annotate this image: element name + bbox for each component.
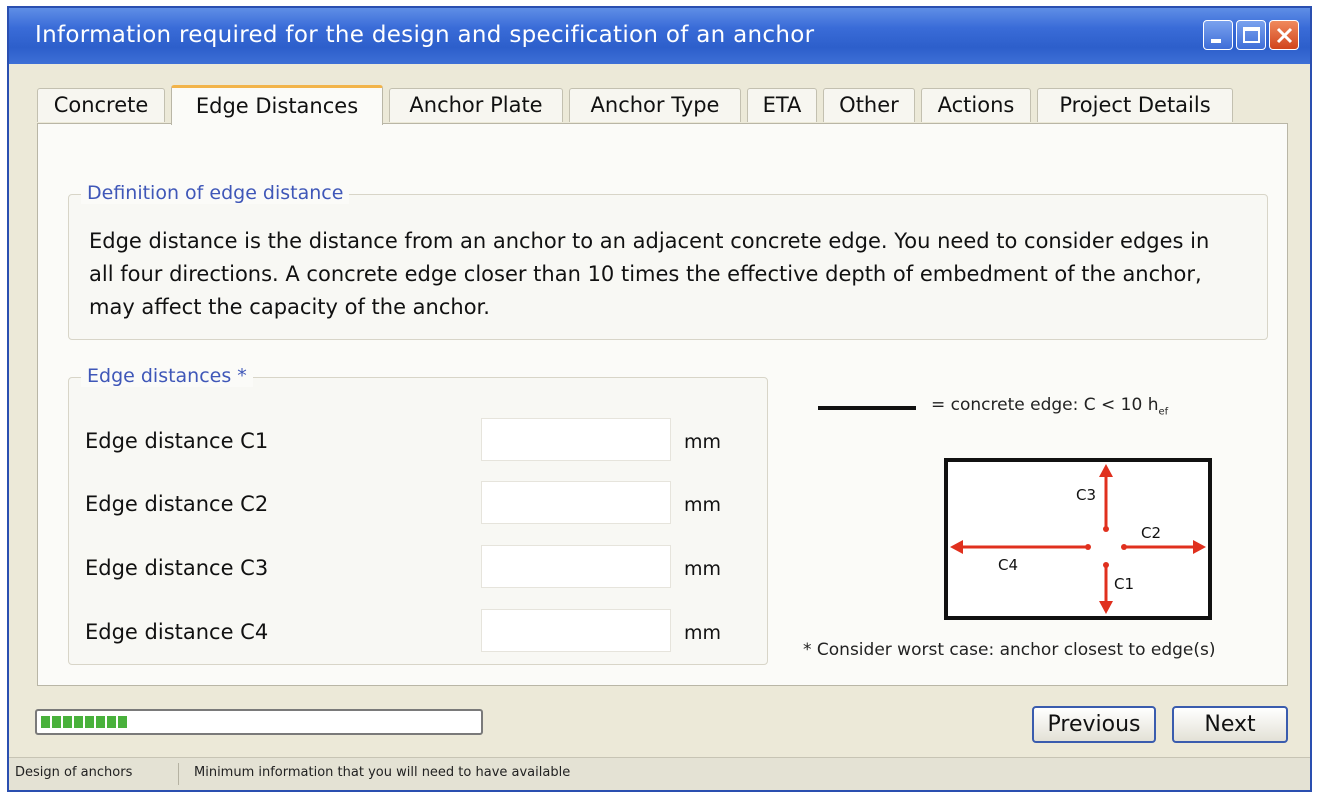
concrete-outline [944,458,1212,620]
tab-other[interactable]: Other [823,88,915,122]
maximize-button[interactable] [1236,20,1266,50]
c3-diagram-label: C3 [1076,486,1096,504]
app-window: Information required for the design and … [7,6,1312,792]
minimize-icon [1211,39,1221,43]
c2-label: Edge distance C2 [85,492,269,516]
worst-case-note: * Consider worst case: anchor closest to… [803,640,1216,660]
title-bar[interactable]: Information required for the design and … [9,8,1310,64]
edge-distance-diagram: C3 C2 C4 C1 [944,458,1212,620]
tab-panel: Definition of edge distance Edge distanc… [37,123,1288,686]
edge-distances-legend: Edge distances * [81,365,253,387]
status-separator [178,763,179,785]
definition-text: Edge distance is the distance from an an… [89,229,1210,319]
c3-unit: mm [684,558,722,580]
c1-diagram-label: C1 [1114,575,1134,593]
minimize-button[interactable] [1203,20,1233,50]
c2-unit: mm [684,494,722,516]
tab-project-details[interactable]: Project Details [1037,88,1233,122]
c1-input[interactable] [481,418,671,461]
status-section: Design of anchors [15,765,133,780]
c3-label: Edge distance C3 [85,556,269,580]
tab-concrete[interactable]: Concrete [37,88,165,122]
close-icon [1276,27,1293,44]
tab-actions[interactable]: Actions [921,88,1031,122]
c2-input[interactable] [481,481,671,524]
tab-edge-distances[interactable]: Edge Distances [171,85,383,125]
maximize-icon [1243,27,1260,43]
edge-distances-group: Edge distances * Edge distance C1 mm Edg… [68,365,768,665]
c4-unit: mm [684,622,722,644]
progress-fill [41,716,128,728]
close-button[interactable] [1269,20,1299,50]
concrete-edge-line [818,406,916,410]
status-bar: Design of anchors Minimum information th… [9,757,1310,790]
c3-input[interactable] [481,545,671,588]
c2-diagram-label: C2 [1141,524,1161,542]
tab-anchor-type[interactable]: Anchor Type [569,88,741,122]
tab-eta[interactable]: ETA [747,88,817,122]
c4-diagram-label: C4 [998,556,1018,574]
previous-button[interactable]: Previous [1032,706,1156,743]
next-button[interactable]: Next [1172,706,1288,743]
definition-legend: Definition of edge distance [81,182,350,204]
definition-group: Definition of edge distance Edge distanc… [68,182,1268,340]
progress-bar [35,709,483,735]
c1-unit: mm [684,431,722,453]
window-title: Information required for the design and … [35,22,815,48]
c4-label: Edge distance C4 [85,620,269,644]
status-message: Minimum information that you will need t… [194,765,571,780]
c1-label: Edge distance C1 [85,429,269,453]
concrete-edge-legend: = concrete edge: C < 10 hef [931,395,1169,418]
c4-input[interactable] [481,609,671,652]
tab-anchor-plate[interactable]: Anchor Plate [389,88,563,122]
